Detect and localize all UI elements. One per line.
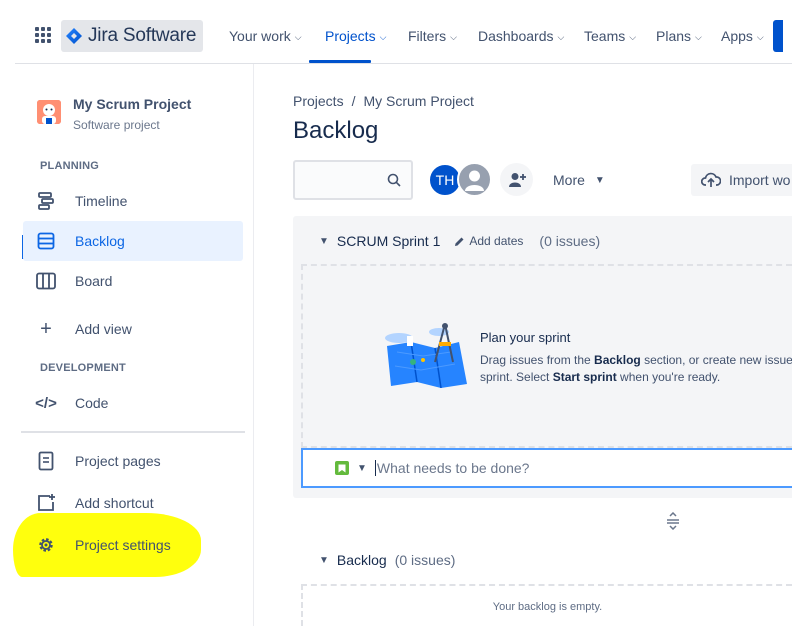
chevron-down-icon: ▼ (594, 174, 605, 186)
sidebar-item-label: Timeline (75, 193, 128, 209)
planning-heading: PLANNING (40, 160, 100, 172)
sidebar-item-project-pages[interactable]: Project pages (23, 441, 243, 481)
chevron-down-icon[interactable]: ▼ (319, 555, 329, 566)
backlog-header: ▼ Backlog (0 issues) (319, 552, 455, 568)
sprint-issue-count: (0 issues) (539, 233, 601, 249)
sidebar-item-board[interactable]: Board (23, 261, 243, 301)
story-icon[interactable] (335, 461, 349, 475)
drag-handle-icon[interactable] (665, 511, 681, 535)
sidebar-border (253, 64, 254, 626)
development-heading: DEVELOPMENT (40, 362, 126, 374)
gear-icon (35, 534, 57, 556)
nav-projects[interactable]: Projects ⌵ (325, 27, 386, 45)
chevron-down-icon: ⌵ (756, 31, 764, 42)
more-button[interactable]: More ▼ (553, 172, 605, 188)
add-people-button[interactable] (500, 163, 533, 196)
search-input[interactable] (295, 162, 385, 198)
sprint-empty-state: Plan your sprint Drag issues from the Ba… (301, 264, 792, 448)
nav-apps[interactable]: Apps ⌵ (721, 27, 764, 45)
add-shortcut-icon (35, 492, 57, 514)
sidebar-item-add-view[interactable]: + Add view (23, 309, 243, 349)
nav-plans[interactable]: Plans ⌵ (656, 27, 702, 45)
create-issue-row[interactable]: ▼ (301, 448, 792, 488)
top-navigation: Jira Software Your work ⌵ Projects ⌵ Filte… (15, 7, 792, 64)
chevron-down-icon: ⌵ (629, 31, 637, 42)
project-avatar[interactable] (37, 100, 61, 124)
backlog-issue-count: (0 issues) (394, 552, 456, 568)
sidebar-item-label: Add shortcut (75, 495, 154, 511)
plus-icon: + (40, 317, 52, 340)
nav-teams[interactable]: Teams ⌵ (584, 27, 636, 45)
sidebar-item-project-settings[interactable]: Project settings (23, 525, 243, 565)
avatar-unassigned[interactable] (457, 162, 492, 197)
plan-sprint-title: Plan your sprint (480, 330, 571, 345)
page-title: Backlog (293, 117, 379, 144)
timeline-icon (35, 190, 57, 212)
chevron-down-icon: ⌵ (379, 31, 387, 42)
sidebar-item-label: Project pages (75, 453, 161, 469)
project-avatar-icon (37, 100, 61, 124)
app-switcher-icon[interactable] (35, 27, 51, 43)
sidebar-item-timeline[interactable]: Timeline (23, 181, 243, 221)
chevron-down-icon: ⌵ (557, 31, 565, 42)
sidebar-item-code[interactable]: </> Code (23, 383, 243, 423)
sidebar-item-label: Board (75, 273, 113, 289)
sidebar-item-add-shortcut[interactable]: Add shortcut (23, 483, 243, 523)
create-issue-input[interactable] (376, 460, 757, 476)
search-field[interactable] (293, 160, 413, 200)
sidebar-divider (21, 431, 245, 433)
chevron-down-icon[interactable]: ▼ (319, 236, 329, 247)
sidebar-item-label: Backlog (75, 233, 125, 249)
user-icon (465, 170, 484, 191)
search-icon (387, 173, 401, 187)
project-sidebar: My Scrum Project Software project PLANNI… (13, 64, 253, 626)
board-icon (35, 270, 57, 292)
import-button[interactable]: Import wo (691, 164, 792, 196)
backlog-icon (35, 230, 57, 252)
sprint-header: ▼ SCRUM Sprint 1 Add dates (0 issues) (319, 233, 600, 249)
chevron-down-icon: ⌵ (294, 31, 302, 42)
backlog-title: Backlog (336, 552, 387, 568)
nav-dashboards[interactable]: Dashboards ⌵ (478, 27, 564, 45)
sprint-name: SCRUM Sprint 1 (336, 233, 441, 249)
add-person-icon (508, 172, 526, 187)
page-icon (35, 450, 57, 472)
create-button[interactable] (773, 20, 783, 52)
text-caret (374, 460, 376, 476)
app-title: Jira Software (88, 25, 197, 46)
sidebar-item-label: Project settings (75, 537, 171, 553)
pencil-icon (455, 237, 464, 246)
breadcrumb-separator: / (351, 93, 356, 109)
backlog-empty-state: Your backlog is empty. (301, 584, 792, 626)
chevron-down-icon[interactable]: ▼ (357, 463, 367, 474)
sidebar-item-label: Code (75, 395, 109, 411)
breadcrumb: Projects / My Scrum Project (293, 93, 474, 109)
nav-filters[interactable]: Filters ⌵ (408, 27, 457, 45)
project-name[interactable]: My Scrum Project (73, 96, 191, 112)
plan-sprint-illustration (385, 323, 467, 388)
breadcrumb-project[interactable]: My Scrum Project (363, 93, 473, 109)
sidebar-item-backlog[interactable]: Backlog (23, 221, 243, 261)
breadcrumb-projects[interactable]: Projects (293, 93, 344, 109)
active-nav-indicator (309, 60, 371, 63)
chevron-down-icon: ⌵ (695, 31, 702, 42)
add-dates-button[interactable]: Add dates (454, 234, 523, 248)
code-icon: </> (35, 394, 57, 412)
jira-logo[interactable]: Jira Software (61, 20, 203, 52)
sidebar-item-label: Add view (75, 321, 132, 337)
project-type: Software project (73, 118, 160, 132)
chevron-down-icon: ⌵ (450, 31, 457, 42)
plan-sprint-text: Drag issues from the Backlog section, or… (480, 353, 792, 384)
cloud-upload-icon (701, 172, 721, 187)
nav-your-work[interactable]: Your work ⌵ (229, 27, 302, 45)
jira-logo-icon (66, 28, 82, 44)
